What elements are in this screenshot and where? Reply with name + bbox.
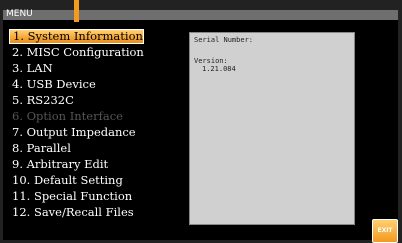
menu-item-output-impedance[interactable]: 7. Output Impedance bbox=[9, 124, 189, 140]
menu-item-special-function[interactable]: 11. Special Function bbox=[9, 188, 189, 204]
selection-pointer bbox=[74, 0, 79, 22]
menu-item-option-interface: 6. Option Interface bbox=[12, 109, 123, 123]
menu-item-arbitrary-edit[interactable]: 9. Arbitrary Edit bbox=[9, 156, 189, 172]
exit-button[interactable]: EXIT bbox=[372, 219, 398, 243]
title-bar bbox=[3, 10, 398, 20]
version-value: 1.21.084 bbox=[202, 65, 236, 73]
menu-item-parallel[interactable]: 8. Parallel bbox=[9, 140, 189, 156]
serial-number-label: Serial Number: bbox=[194, 36, 254, 44]
menu-item-lan[interactable]: 3. LAN bbox=[9, 60, 189, 76]
menu-item-misc-configuration[interactable]: 2. MISC Configuration bbox=[9, 44, 189, 60]
system-info-panel: Serial Number: Version: 1.21.084 bbox=[189, 32, 355, 225]
menu-list: 1. System Information 2. MISC Configurat… bbox=[9, 28, 189, 220]
version-label: Version: bbox=[194, 57, 228, 65]
menu-item-rs232c[interactable]: 5. RS232C bbox=[9, 92, 189, 108]
menu-title: MENU bbox=[6, 9, 33, 19]
menu-item-usb-device[interactable]: 4. USB Device bbox=[9, 76, 189, 92]
menu-item-default-setting[interactable]: 10. Default Setting bbox=[9, 172, 189, 188]
menu-item-save-recall-files[interactable]: 12. Save/Recall Files bbox=[9, 204, 189, 220]
menu-item-system-information[interactable]: 1. System Information bbox=[9, 29, 144, 44]
